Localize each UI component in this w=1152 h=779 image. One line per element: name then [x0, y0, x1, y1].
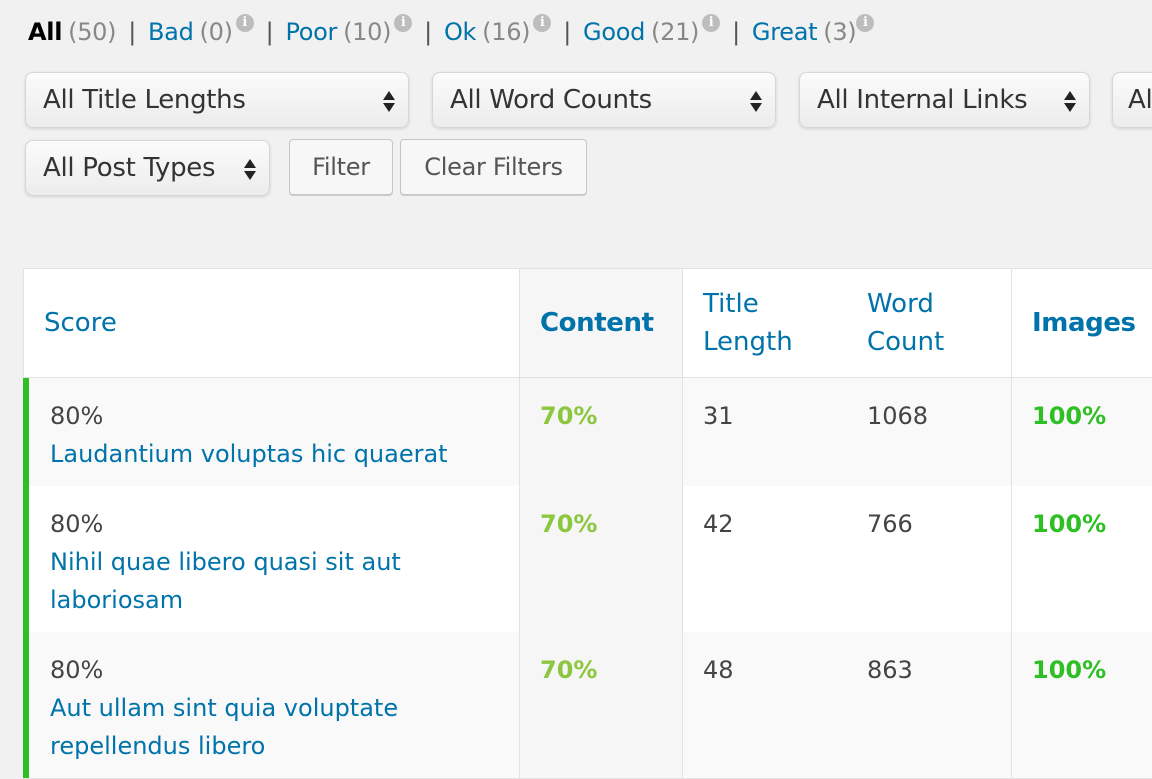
filter-great-count: (3) — [823, 18, 857, 46]
images-header-label[interactable]: Images — [1032, 304, 1136, 342]
separator: | — [265, 18, 274, 46]
content-cell: 70% — [520, 378, 683, 486]
images-cell: 100% — [1012, 632, 1152, 778]
filter-good-link[interactable]: Good — [583, 18, 645, 46]
filter-good[interactable]: Good (21) i — [583, 14, 721, 46]
internal-links-select-value: All Internal Links — [817, 85, 1028, 115]
content-score: 70% — [540, 656, 598, 684]
filter-great[interactable]: Great (3) i — [752, 14, 875, 46]
fourth-filter-select-value: Al — [1128, 85, 1152, 115]
score-value: 80% — [50, 510, 104, 538]
content-score: 70% — [540, 402, 598, 430]
word-count-header-line1: Word — [867, 289, 934, 319]
post-title-link[interactable]: Aut ullam sint quia voluptate repellendu… — [50, 689, 430, 765]
content-header-label[interactable]: Content — [540, 304, 654, 342]
filter-all-count: (50) — [68, 18, 117, 46]
content-cell: 70% — [520, 632, 683, 778]
table-row: 80% Nihil quae libero quasi sit aut labo… — [23, 486, 1152, 632]
score-cell: 80% Laudantium voluptas hic quaerat — [24, 378, 520, 486]
filter-great-link[interactable]: Great — [752, 18, 818, 46]
column-header-title-length[interactable]: Title Length — [683, 269, 847, 377]
post-type-select-value: All Post Types — [43, 153, 216, 183]
post-type-select[interactable]: All Post Types — [25, 140, 270, 196]
score-cell: 80% Aut ullam sint quia voluptate repell… — [24, 632, 520, 778]
images-score: 100% — [1032, 402, 1107, 430]
filter-ok[interactable]: Ok (16) i — [444, 14, 552, 46]
table-row: 80% Laudantium voluptas hic quaerat 70% … — [23, 378, 1152, 486]
column-header-score[interactable]: Score — [24, 269, 520, 377]
images-score: 100% — [1032, 656, 1107, 684]
score-header-label[interactable]: Score — [44, 304, 117, 342]
content-score: 70% — [540, 510, 598, 538]
score-value: 80% — [50, 402, 104, 430]
title-length-cell: 48 — [683, 632, 847, 778]
column-header-content[interactable]: Content — [520, 269, 683, 377]
info-icon[interactable]: i — [856, 14, 875, 32]
posts-table: Score Content Title Length Word Count Im… — [23, 268, 1152, 779]
word-count-cell: 863 — [847, 632, 1012, 778]
filter-ok-link[interactable]: Ok — [444, 18, 477, 46]
post-title-link[interactable]: Nihil quae libero quasi sit aut laborios… — [50, 543, 430, 619]
info-icon[interactable]: i — [702, 14, 721, 32]
filter-bad-count: (0) — [199, 18, 233, 46]
info-icon[interactable]: i — [394, 14, 413, 32]
filter-ok-count: (16) — [482, 18, 531, 46]
table-header-row: Score Content Title Length Word Count Im… — [24, 269, 1152, 378]
title-length-select-value: All Title Lengths — [43, 85, 246, 115]
separator: | — [424, 18, 432, 46]
separator: | — [563, 18, 572, 46]
word-count-select[interactable]: All Word Counts — [432, 72, 776, 128]
title-length-cell: 31 — [683, 378, 847, 486]
status-filter-links: All (50) | Bad (0) i | Poor (10) i | Ok … — [28, 14, 875, 46]
info-icon[interactable]: i — [235, 14, 254, 32]
select-arrows-icon — [243, 155, 257, 183]
select-arrows-icon — [1063, 87, 1077, 115]
word-count-header-line2: Count — [867, 327, 945, 357]
title-length-header-label[interactable]: Title Length — [703, 285, 793, 361]
clear-filters-button[interactable]: Clear Filters — [400, 139, 587, 195]
select-arrows-icon — [749, 87, 763, 115]
score-cell: 80% Nihil quae libero quasi sit aut labo… — [24, 486, 520, 632]
content-cell: 70% — [520, 486, 683, 632]
images-score: 100% — [1032, 510, 1107, 538]
info-icon[interactable]: i — [533, 14, 552, 32]
word-count-cell: 1068 — [847, 378, 1012, 486]
filter-poor-count: (10) — [343, 18, 392, 46]
post-title-link[interactable]: Laudantium voluptas hic quaerat — [50, 435, 519, 473]
filter-poor[interactable]: Poor (10) i — [285, 14, 413, 46]
title-length-header-line1: Title — [703, 289, 759, 319]
filter-button[interactable]: Filter — [289, 139, 393, 195]
word-count-select-value: All Word Counts — [450, 85, 652, 115]
filter-good-count: (21) — [651, 18, 700, 46]
filter-all-link[interactable]: All — [28, 18, 62, 46]
word-count-value: 766 — [867, 510, 913, 538]
select-arrows-icon — [382, 87, 396, 115]
separator: | — [128, 18, 137, 46]
column-header-images[interactable]: Images — [1012, 269, 1152, 377]
word-count-value: 863 — [867, 656, 913, 684]
internal-links-select[interactable]: All Internal Links — [799, 72, 1090, 128]
filter-bad[interactable]: Bad (0) i — [148, 14, 254, 46]
word-count-cell: 766 — [847, 486, 1012, 632]
column-header-word-count[interactable]: Word Count — [847, 269, 1012, 377]
title-length-select[interactable]: All Title Lengths — [25, 72, 409, 128]
filter-all[interactable]: All (50) — [28, 18, 117, 46]
title-length-value: 48 — [703, 656, 734, 684]
word-count-header-label[interactable]: Word Count — [867, 285, 944, 361]
images-cell: 100% — [1012, 486, 1152, 632]
title-length-value: 42 — [703, 510, 734, 538]
table-row: 80% Aut ullam sint quia voluptate repell… — [23, 632, 1152, 778]
title-length-header-line2: Length — [703, 327, 793, 357]
images-cell: 100% — [1012, 378, 1152, 486]
word-count-value: 1068 — [867, 402, 929, 430]
filter-bad-link[interactable]: Bad — [148, 18, 194, 46]
title-length-value: 31 — [703, 402, 734, 430]
score-value: 80% — [50, 656, 104, 684]
separator: | — [732, 18, 740, 46]
title-length-cell: 42 — [683, 486, 847, 632]
filter-poor-link[interactable]: Poor — [285, 18, 337, 46]
fourth-filter-select[interactable]: Al — [1112, 72, 1152, 128]
